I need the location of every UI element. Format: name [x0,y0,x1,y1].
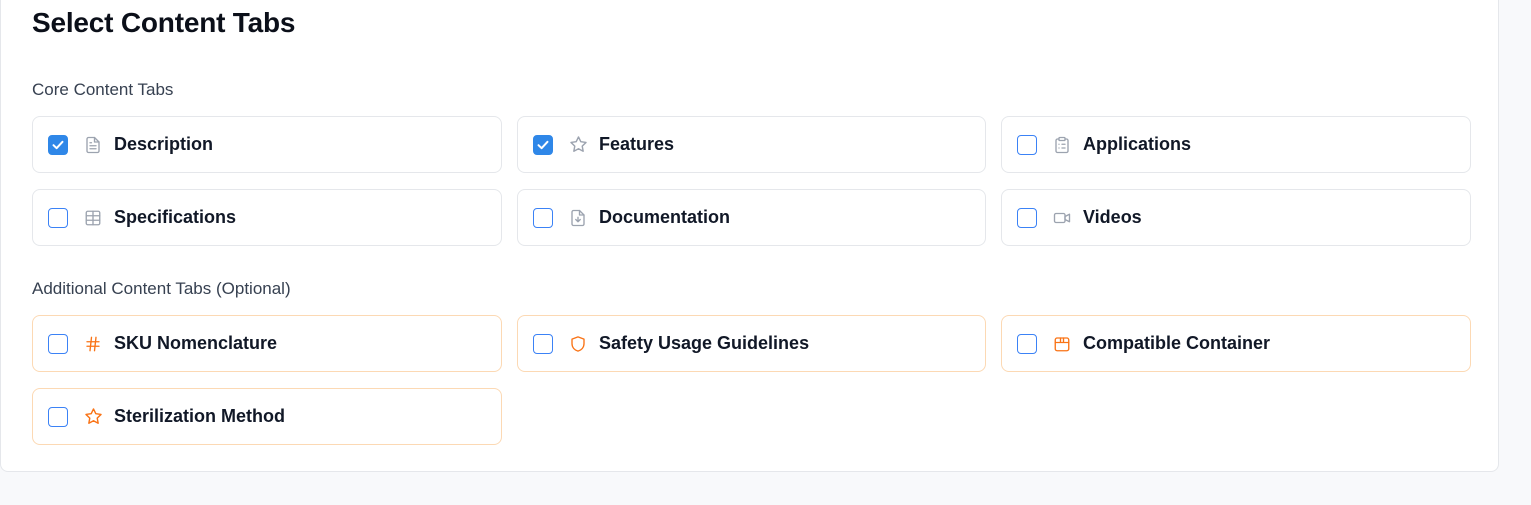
file-text-icon [83,135,103,155]
applications-checkbox[interactable] [1017,134,1037,155]
file-download-icon [568,208,588,228]
container-icon [1052,334,1072,354]
specifications-checkbox[interactable] [48,207,68,228]
tab-option-sterilization-method[interactable]: Sterilization Method [32,388,502,445]
videos-label: Videos [1083,207,1142,227]
clipboard-list-icon [1052,135,1072,155]
compatible-container-checkbox[interactable] [1017,333,1037,354]
tab-option-videos[interactable]: Videos [1001,189,1471,246]
tab-option-documentation[interactable]: Documentation [517,189,986,246]
videos-checkbox[interactable] [1017,207,1037,228]
sku-nomenclature-label: SKU Nomenclature [114,333,278,353]
star-icon [83,407,103,427]
tab-option-sku-nomenclature[interactable]: SKU Nomenclature [32,315,502,372]
content-tabs-panel: Select Content Tabs Core Content Tabs De… [0,0,1499,472]
compatible-container-label: Compatible Container [1083,333,1271,353]
tab-option-specifications[interactable]: Specifications [32,189,502,246]
tab-option-features[interactable]: Features [517,116,986,173]
shield-icon [568,334,588,354]
additional-tabs-grid: SKU Nomenclature Safety Usage Guidelines… [32,315,1471,445]
sterilization-method-checkbox[interactable] [48,406,68,427]
additional-section-heading: Additional Content Tabs (Optional) [32,279,291,298]
hash-icon [83,334,103,354]
tab-option-safety-usage-guidelines[interactable]: Safety Usage Guidelines [517,315,986,372]
sku-nomenclature-checkbox[interactable] [48,333,68,354]
tab-option-description[interactable]: Description [32,116,502,173]
description-label: Description [114,134,214,154]
sterilization-method-label: Sterilization Method [114,406,285,426]
star-icon [568,135,588,155]
tab-option-compatible-container[interactable]: Compatible Container [1001,315,1471,372]
specifications-label: Specifications [114,207,237,227]
safety-usage-guidelines-label: Safety Usage Guidelines [599,333,810,353]
core-section-heading: Core Content Tabs [32,80,174,99]
documentation-label: Documentation [599,207,731,227]
video-icon [1052,208,1072,228]
safety-usage-guidelines-checkbox[interactable] [533,333,553,354]
tab-option-applications[interactable]: Applications [1001,116,1471,173]
features-label: Features [599,134,675,154]
page-title: Select Content Tabs [32,7,296,38]
table-icon [83,208,103,228]
features-checkbox[interactable] [533,134,553,155]
documentation-checkbox[interactable] [533,207,553,228]
applications-label: Applications [1083,134,1192,154]
core-tabs-grid: Description Features Applications Specif… [32,116,1471,246]
description-checkbox[interactable] [48,134,68,155]
